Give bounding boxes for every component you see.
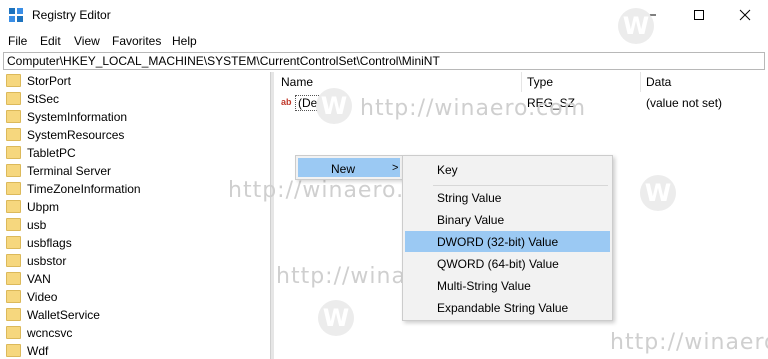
folder-icon (6, 92, 21, 105)
close-icon (739, 9, 751, 21)
folder-icon (6, 74, 21, 87)
tree-item-label: Video (27, 290, 58, 304)
watermark-logo: W (618, 8, 654, 44)
context-menu-new-label: New (331, 162, 356, 176)
tree-item[interactable]: wcncsvc (3, 324, 269, 342)
chevron-right-icon: > (392, 162, 399, 174)
folder-icon (6, 182, 21, 195)
tree-item-label: TimeZoneInformation (27, 182, 141, 196)
key-tree[interactable]: StorPort StSec SystemInformation SystemR… (3, 72, 269, 359)
folder-icon (6, 308, 21, 321)
tree-item-label: StSec (27, 92, 60, 106)
tree-item[interactable]: WalletService (3, 306, 269, 324)
tree-item-label: SystemResources (27, 128, 125, 142)
address-path: Computer\HKEY_LOCAL_MACHINE\SYSTEM\Curre… (7, 54, 440, 68)
tree-item[interactable]: TimeZoneInformation (3, 180, 269, 198)
tree-item[interactable]: usb (3, 216, 269, 234)
submenu-key[interactable]: Key (405, 159, 610, 180)
column-header-data[interactable]: Data (646, 75, 671, 89)
window-title: Registry Editor (32, 8, 111, 22)
tree-item-label: SystemInformation (27, 110, 128, 124)
watermark-logo: W (640, 175, 676, 211)
tree-item[interactable]: Video (3, 288, 269, 306)
submenu-binary-value[interactable]: Binary Value (405, 209, 610, 230)
folder-icon (6, 218, 21, 231)
submenu-item-label: Multi-String Value (437, 279, 531, 293)
folder-icon (6, 146, 21, 159)
column-header-name[interactable]: Name (281, 75, 313, 89)
submenu-expandable-string-value[interactable]: Expandable String Value (405, 297, 610, 318)
tree-item[interactable]: usbstor (3, 252, 269, 270)
folder-icon (6, 290, 21, 303)
pane-splitter[interactable] (270, 72, 274, 359)
tree-item-label: usb (27, 218, 47, 232)
tree-item[interactable]: SystemResources (3, 126, 269, 144)
menu-help[interactable]: Help (172, 34, 197, 48)
tree-item[interactable]: Ubpm (3, 198, 269, 216)
menu-separator (433, 185, 608, 186)
tree-item[interactable]: SystemInformation (3, 108, 269, 126)
submenu-item-label: Binary Value (437, 213, 505, 227)
folder-icon (6, 128, 21, 141)
string-value-icon: ab (281, 97, 292, 107)
watermark-logo: W (318, 300, 354, 336)
submenu-item-label: QWORD (64-bit) Value (437, 257, 559, 271)
tree-item[interactable]: Terminal Server (3, 162, 269, 180)
context-menu-new[interactable]: New > (298, 158, 400, 177)
new-submenu: Key String Value Binary Value DWORD (32-… (402, 155, 613, 321)
menu-view[interactable]: View (74, 34, 100, 48)
tree-item-label: Ubpm (27, 200, 60, 214)
watermark-logo: W (316, 88, 352, 124)
submenu-item-label: Expandable String Value (437, 301, 569, 315)
maximize-button[interactable] (676, 0, 722, 30)
submenu-qword-value[interactable]: QWORD (64-bit) Value (405, 253, 610, 274)
menu-edit[interactable]: Edit (40, 34, 61, 48)
menu-file[interactable]: File (8, 34, 27, 48)
tree-item-label: wcncsvc (27, 326, 73, 340)
column-divider[interactable] (640, 72, 641, 92)
maximize-icon (694, 10, 704, 20)
menu-favorites[interactable]: Favorites (112, 34, 161, 48)
tree-item[interactable]: StSec (3, 90, 269, 108)
tree-item-label: WalletService (27, 308, 100, 322)
tree-item-label: usbstor (27, 254, 67, 268)
folder-icon (6, 344, 21, 357)
column-header-type[interactable]: Type (527, 75, 553, 89)
tree-item[interactable]: Wdf (3, 342, 269, 359)
tree-item[interactable]: TabletPC (3, 144, 269, 162)
tree-item-label: VAN (27, 272, 51, 286)
value-data: (value not set) (646, 96, 723, 110)
tree-item-label: Wdf (27, 344, 49, 358)
close-button[interactable] (722, 0, 768, 30)
submenu-item-label: String Value (437, 191, 502, 205)
context-menu: New > (295, 155, 403, 180)
tree-item[interactable]: usbflags (3, 234, 269, 252)
registry-editor-icon (9, 8, 23, 22)
submenu-item-label: Key (437, 163, 458, 177)
folder-icon (6, 200, 21, 213)
folder-icon (6, 326, 21, 339)
tree-item-label: TabletPC (27, 146, 76, 160)
tree-item-label: usbflags (27, 236, 72, 250)
submenu-string-value[interactable]: String Value (405, 187, 610, 208)
tree-item[interactable]: VAN (3, 270, 269, 288)
folder-icon (6, 254, 21, 267)
submenu-item-label: DWORD (32-bit) Value (437, 235, 559, 249)
tree-item-label: Terminal Server (27, 164, 112, 178)
menu-bar: File Edit View Favorites Help (0, 31, 768, 51)
address-bar[interactable]: Computer\HKEY_LOCAL_MACHINE\SYSTEM\Curre… (3, 52, 765, 70)
submenu-multi-string-value[interactable]: Multi-String Value (405, 275, 610, 296)
folder-icon (6, 236, 21, 249)
tree-item[interactable]: StorPort (3, 72, 269, 90)
column-divider[interactable] (521, 72, 522, 92)
tree-item-label: StorPort (27, 74, 72, 88)
folder-icon (6, 164, 21, 177)
submenu-dword-value[interactable]: DWORD (32-bit) Value (405, 231, 610, 252)
value-type: REG_SZ (527, 96, 576, 110)
folder-icon (6, 110, 21, 123)
folder-icon (6, 272, 21, 285)
